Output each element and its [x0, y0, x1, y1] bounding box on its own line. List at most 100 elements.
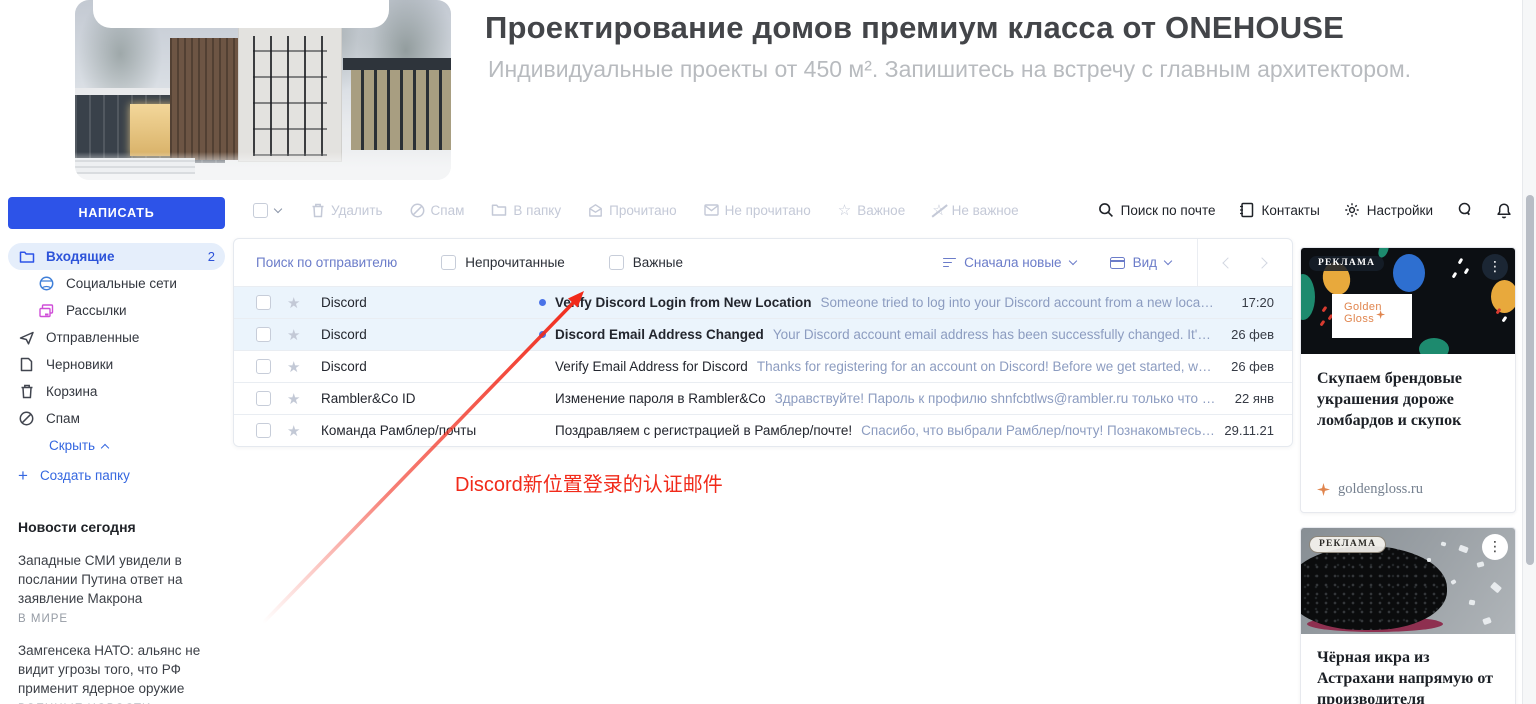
star-icon: ☆: [838, 203, 851, 218]
ad-badge: РЕКЛАМА: [1309, 256, 1384, 271]
sidebar-item-label: Черновики: [46, 357, 113, 372]
sidebar-item-spam[interactable]: Спам: [8, 405, 225, 432]
prev-page-button[interactable]: [1222, 257, 1233, 268]
spam-action[interactable]: Спам: [410, 203, 465, 218]
checkbox[interactable]: [256, 391, 271, 406]
settings-button[interactable]: Настройки: [1344, 202, 1433, 218]
checkbox[interactable]: [609, 255, 624, 270]
sidebar-item-label: Социальные сети: [66, 276, 177, 291]
view-dropdown[interactable]: Вид: [1110, 255, 1171, 270]
banner-art: [170, 38, 242, 160]
ad-headline[interactable]: Скупаем брендовые украшения дороже ломба…: [1317, 368, 1499, 431]
banner-house-image[interactable]: [75, 0, 451, 180]
mark-not-important-action[interactable]: ☆ Не важное: [932, 203, 1019, 218]
filter-unread-checkbox[interactable]: Непрочитанные: [441, 255, 565, 270]
news-item[interactable]: Замгенсека НАТО: альянс не видит угрозы …: [18, 641, 218, 704]
mail-date: 26 фев: [1216, 359, 1292, 374]
sort-icon: [943, 258, 956, 268]
sidebar-item-mailings[interactable]: Рассылки: [8, 297, 225, 324]
tips-button[interactable]: [1457, 202, 1472, 219]
ad-headline[interactable]: Чёрная икра из Астрахани напрямую от про…: [1317, 647, 1499, 704]
ad-art: [1393, 254, 1425, 292]
sidebar-item-social[interactable]: Социальные сети: [8, 270, 225, 297]
mark-unread-action[interactable]: Не прочитано: [704, 203, 811, 218]
mail-row[interactable]: ★ Rambler&Co ID Изменение пароля в Rambl…: [234, 382, 1292, 414]
action-label: Не прочитано: [725, 203, 811, 218]
mail-row[interactable]: ★ Discord Discord Email Address ChangedY…: [234, 318, 1292, 350]
checkbox[interactable]: [441, 255, 456, 270]
news-title[interactable]: Западные СМИ увидели в послании Путина о…: [18, 551, 218, 608]
unread-dot: [539, 299, 546, 306]
news-item[interactable]: Западные СМИ увидели в послании Путина о…: [18, 551, 218, 625]
news-title[interactable]: Замгенсека НАТО: альянс не видит угрозы …: [18, 641, 218, 698]
mail-row[interactable]: ★ Команда Рамблер/почты Поздравляем с ре…: [234, 414, 1292, 446]
star-icon[interactable]: ★: [287, 294, 305, 312]
next-page-button[interactable]: [1256, 257, 1267, 268]
globe-icon: [38, 276, 55, 291]
mail-sender: Discord: [321, 359, 539, 374]
contacts-label: Контакты: [1261, 203, 1319, 218]
ad-art: [1476, 561, 1484, 568]
search-mail-button[interactable]: Поиск по почте: [1098, 202, 1216, 218]
sidebar-item-drafts[interactable]: Черновики: [8, 351, 225, 378]
ad-card-caviar[interactable]: РЕКЛАМА ⋮ Ч: [1300, 527, 1516, 704]
create-folder-link[interactable]: + Создать папку: [8, 462, 225, 489]
delete-action[interactable]: Удалить: [311, 203, 383, 218]
send-icon: [18, 331, 35, 345]
mail-date: 26 фев: [1216, 327, 1292, 342]
sidebar-item-inbox[interactable]: Входящие 2: [8, 243, 225, 270]
mail-sender: Rambler&Co ID: [321, 391, 539, 406]
search-by-sender-link[interactable]: Поиск по отправителю: [256, 255, 397, 270]
ad-menu-button[interactable]: ⋮: [1482, 534, 1508, 560]
ad-art: [1502, 316, 1507, 322]
checkbox[interactable]: [256, 295, 271, 310]
contacts-button[interactable]: Контакты: [1239, 202, 1319, 218]
star-icon[interactable]: ★: [287, 390, 305, 408]
chevron-down-icon: [1164, 257, 1172, 265]
banner-title[interactable]: Проектирование домов премиум класса от O…: [485, 10, 1344, 46]
mail-row[interactable]: ★ Discord Verify Discord Login from New …: [234, 286, 1292, 318]
news-header: Новости сегодня: [18, 519, 225, 535]
mark-important-action[interactable]: ☆ Важное: [838, 203, 905, 218]
bell-icon: [1496, 202, 1512, 219]
star-icon[interactable]: ★: [287, 358, 305, 376]
checkbox[interactable]: [256, 327, 271, 342]
search-icon: [1098, 202, 1114, 218]
checkbox[interactable]: [256, 423, 271, 438]
chevron-up-icon: [101, 443, 109, 451]
ad-art: [1458, 258, 1463, 264]
star-icon[interactable]: ★: [287, 422, 305, 440]
mail-row[interactable]: ★ Discord Verify Email Address for Disco…: [234, 350, 1292, 382]
action-label: Прочитано: [609, 203, 677, 218]
mark-read-action[interactable]: Прочитано: [588, 203, 677, 218]
checkbox[interactable]: [253, 203, 268, 218]
mail-date: 29.11.21: [1216, 423, 1292, 438]
page-scrollbar[interactable]: [1522, 0, 1536, 704]
compose-button[interactable]: НАПИСАТЬ: [8, 197, 225, 229]
gear-icon: [1344, 202, 1360, 218]
sidebar-item-trash[interactable]: Корзина: [8, 378, 225, 405]
star-icon[interactable]: ★: [287, 326, 305, 344]
folder-icon: [18, 250, 35, 264]
notifications-button[interactable]: [1496, 202, 1512, 219]
sidebar-item-sent[interactable]: Отправленные: [8, 324, 225, 351]
sidebar-item-label: Отправленные: [46, 330, 139, 345]
brand-line: Gloss: [1344, 313, 1412, 325]
ad-art: [1458, 545, 1469, 554]
ad-card-goldengloss[interactable]: РЕКЛАМА ⋮: [1300, 247, 1516, 513]
sort-order-dropdown[interactable]: Сначала новые: [943, 255, 1075, 270]
ad-site-link[interactable]: goldengloss.ru: [1317, 481, 1499, 512]
ad-art: [1301, 274, 1315, 320]
scrollbar-thumb[interactable]: [1526, 195, 1534, 565]
checkbox[interactable]: [256, 359, 271, 374]
filter-important-checkbox[interactable]: Важные: [609, 255, 683, 270]
filter-label: Непрочитанные: [465, 255, 565, 270]
ad-menu-button[interactable]: ⋮: [1482, 254, 1508, 280]
hide-folders-link[interactable]: Скрыть: [8, 432, 225, 459]
select-all-checkbox[interactable]: [253, 203, 281, 218]
mail-subject: Discord Email Address Changed: [555, 327, 764, 342]
block-icon: [410, 203, 425, 218]
sort-label: Сначала новые: [964, 255, 1061, 270]
move-to-folder-action[interactable]: В папку: [491, 203, 561, 218]
sidebar-item-label: Корзина: [46, 384, 97, 399]
